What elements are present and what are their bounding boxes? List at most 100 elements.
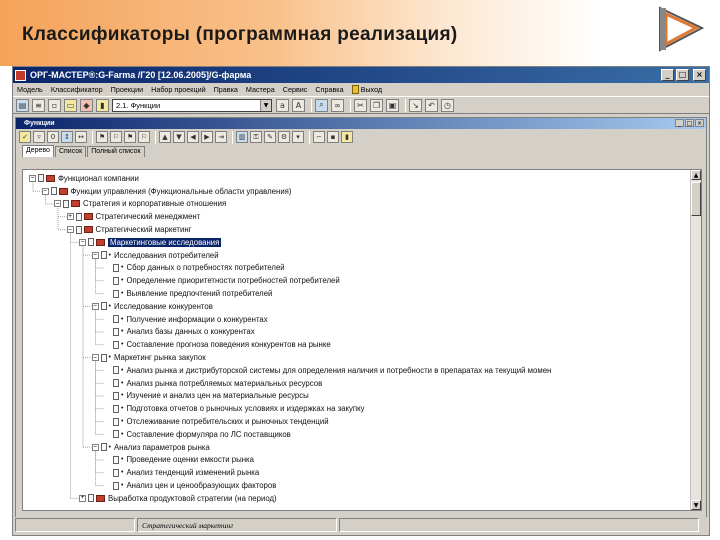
collapse-icon[interactable]: − bbox=[79, 238, 86, 246]
menu-edit[interactable]: Правка bbox=[214, 85, 238, 94]
tree-node[interactable]: • Подготовка отчетов о рыночных условиях … bbox=[104, 402, 365, 415]
tree-node[interactable]: • Получение информации о конкурентах bbox=[104, 313, 268, 326]
check-icon[interactable]: ✓ bbox=[19, 131, 31, 143]
arrow-up-icon[interactable]: ▲ bbox=[159, 131, 171, 143]
save-icon[interactable]: ▪ bbox=[327, 131, 339, 143]
collapse-icon[interactable]: − bbox=[91, 251, 99, 259]
arrow-right-icon[interactable]: ▶ bbox=[201, 131, 213, 143]
tree-node[interactable]: • Сбор данных о потребностях потребителей bbox=[104, 262, 285, 275]
menu-exit[interactable]: Выход bbox=[361, 85, 383, 94]
tag-icon[interactable]: ◆ bbox=[80, 98, 93, 112]
collapse-icon[interactable]: − bbox=[91, 302, 99, 310]
close-button[interactable]: × bbox=[693, 69, 706, 81]
copy-icon[interactable]: ❐ bbox=[370, 98, 383, 112]
scroll-down-icon[interactable]: ▼ bbox=[691, 500, 701, 510]
tree-node[interactable]: + Выработка продуктовой стратегии (на пер… bbox=[79, 492, 277, 505]
scroll-up-icon[interactable]: ▲ bbox=[691, 170, 701, 180]
arrow-down-icon[interactable]: ▼ bbox=[173, 131, 185, 143]
collapse-icon[interactable]: − bbox=[91, 443, 99, 451]
tree-node[interactable]: • Определение приоритетности потребностей… bbox=[104, 274, 340, 287]
tab-tree[interactable]: Дерево bbox=[22, 145, 54, 157]
export-icon[interactable]: ▮ bbox=[341, 131, 353, 143]
expand-icon[interactable]: + bbox=[66, 213, 74, 221]
binoculars-icon[interactable]: ∞ bbox=[331, 98, 344, 112]
tree-view-icon[interactable]: ▤ bbox=[16, 98, 29, 112]
sort-az-icon[interactable]: ↕ bbox=[61, 131, 73, 143]
menu-projection-set[interactable]: Набор проекций bbox=[151, 85, 205, 94]
view-select[interactable]: 2.1. Функции ▼ bbox=[112, 98, 272, 112]
report-icon[interactable]: ▥ bbox=[236, 131, 248, 143]
classifier-tree[interactable]: − Функционал компании − Функции управления … bbox=[22, 169, 702, 511]
filter-icon[interactable]: ▿ bbox=[33, 131, 45, 143]
subwindow-close-button[interactable]: × bbox=[695, 119, 704, 127]
tree-node[interactable]: • Анализ тенденций изменений рынка bbox=[104, 466, 259, 479]
window-titlebar[interactable]: ОРГ-МАСТЕР®:G-Farma /Г20 [12.06.2005]/G-… bbox=[13, 67, 709, 83]
tree-node[interactable]: • Анализ базы данных о конкурентах bbox=[104, 326, 255, 339]
clock-icon[interactable]: ◷ bbox=[441, 98, 454, 112]
link-icon[interactable]: ↘ bbox=[409, 98, 422, 112]
flag-clear-icon[interactable]: ⚐ bbox=[138, 131, 150, 143]
bookmark-icon[interactable]: ▮ bbox=[96, 98, 109, 112]
tree-node[interactable]: − • Исследования потребителей bbox=[91, 249, 219, 262]
menu-projections[interactable]: Проекции bbox=[111, 85, 143, 94]
vertical-scrollbar[interactable]: ▲ ▼ bbox=[690, 170, 701, 510]
list-view-icon[interactable]: ≡ bbox=[32, 98, 45, 112]
tree-node[interactable]: − • Маркетинг рынка закупок bbox=[91, 351, 206, 364]
new-document-icon[interactable]: ▫ bbox=[48, 98, 61, 112]
tree-node[interactable]: • Выявление предпочтений потребителей bbox=[104, 287, 272, 300]
text-style-icon[interactable]: A bbox=[292, 98, 305, 112]
tree-node[interactable]: − Маркетинговые исследования bbox=[79, 236, 222, 249]
cut-icon[interactable]: ✂ bbox=[354, 98, 367, 112]
open-folder-icon[interactable]: ▭ bbox=[64, 98, 77, 112]
text-az-icon[interactable]: a bbox=[276, 98, 289, 112]
arrow-left-icon[interactable]: ◀ bbox=[187, 131, 199, 143]
indent-icon[interactable]: ⇥ bbox=[215, 131, 227, 143]
paste-icon[interactable]: ▣ bbox=[386, 98, 399, 112]
edit-icon[interactable]: ✎ bbox=[264, 131, 276, 143]
tab-full-list[interactable]: Полный список bbox=[87, 146, 145, 157]
tree-node[interactable]: − Функционал компании bbox=[29, 172, 139, 185]
subwindow-titlebar[interactable]: Функции _ □ × bbox=[16, 118, 706, 129]
tree-node[interactable]: • Анализ рынка и дистрибуторской системы … bbox=[104, 364, 551, 377]
tree-node[interactable]: + Стратегический менеджмент bbox=[66, 210, 200, 223]
collapse-icon[interactable]: − bbox=[41, 187, 49, 195]
subwindow-maximize-button[interactable]: □ bbox=[685, 119, 694, 127]
tree-node[interactable]: − • Анализ параметров рынка bbox=[91, 441, 210, 454]
key-icon[interactable]: ⚿ bbox=[250, 131, 262, 143]
expand-icon[interactable]: + bbox=[79, 494, 86, 502]
collapse-icon[interactable]: − bbox=[54, 200, 61, 208]
menu-wizards[interactable]: Мастера bbox=[246, 85, 275, 94]
tree-node[interactable]: • Отслеживание потребительских и рыночных… bbox=[104, 415, 329, 428]
tree-node[interactable]: • Составление формуляра по ЛС поставщиков bbox=[104, 428, 291, 441]
collapse-icon[interactable]: − bbox=[29, 174, 36, 182]
search-icon[interactable]: ⌕ bbox=[315, 98, 328, 112]
menu-classifier[interactable]: Классификатор bbox=[51, 85, 103, 94]
undo-icon[interactable]: ↶ bbox=[425, 98, 438, 112]
tree-node[interactable]: − Стратегический маркетинг bbox=[66, 223, 192, 236]
tab-list[interactable]: Список bbox=[54, 146, 87, 157]
subwindow-minimize-button[interactable]: _ bbox=[675, 119, 684, 127]
minus-icon[interactable]: − bbox=[313, 131, 325, 143]
scroll-thumb[interactable] bbox=[691, 182, 701, 216]
attribute-icon[interactable]: ⚙ bbox=[278, 131, 290, 143]
dropdown-icon[interactable]: ▾ bbox=[292, 131, 304, 143]
tree-node[interactable]: • Изучение и анализ цен на материальные р… bbox=[104, 390, 309, 403]
tree-node[interactable]: − Стратегия и корпоративные отношения bbox=[54, 198, 226, 211]
tree-node[interactable]: − Функции управления (Функциональные обла… bbox=[41, 185, 292, 198]
flag-remove-icon[interactable]: ⚑ bbox=[124, 131, 136, 143]
minimize-button[interactable]: _ bbox=[661, 69, 674, 81]
menu-service[interactable]: Сервис bbox=[283, 85, 308, 94]
flag-alt-icon[interactable]: ⚐ bbox=[110, 131, 122, 143]
collapse-icon[interactable]: − bbox=[66, 226, 74, 234]
tree-node[interactable]: • Составление прогноза поведения конкурен… bbox=[104, 338, 331, 351]
move-icon[interactable]: ↔ bbox=[75, 131, 87, 143]
tree-node[interactable]: − • Исследование конкурентов bbox=[91, 300, 213, 313]
menu-help[interactable]: Справка bbox=[315, 85, 343, 94]
tree-node[interactable]: • Анализ рынка потребляемых материальных … bbox=[104, 377, 322, 390]
menu-model[interactable]: Модель bbox=[17, 85, 43, 94]
tree-node[interactable]: • Проведение оценки емкости рынка bbox=[104, 454, 254, 467]
tree-node[interactable]: • Анализ цен и ценообразующих факторов bbox=[104, 479, 276, 492]
chevron-down-icon[interactable]: ▼ bbox=[260, 99, 271, 111]
maximize-button[interactable]: □ bbox=[676, 69, 689, 81]
level-field-icon[interactable]: 0 bbox=[47, 131, 59, 143]
